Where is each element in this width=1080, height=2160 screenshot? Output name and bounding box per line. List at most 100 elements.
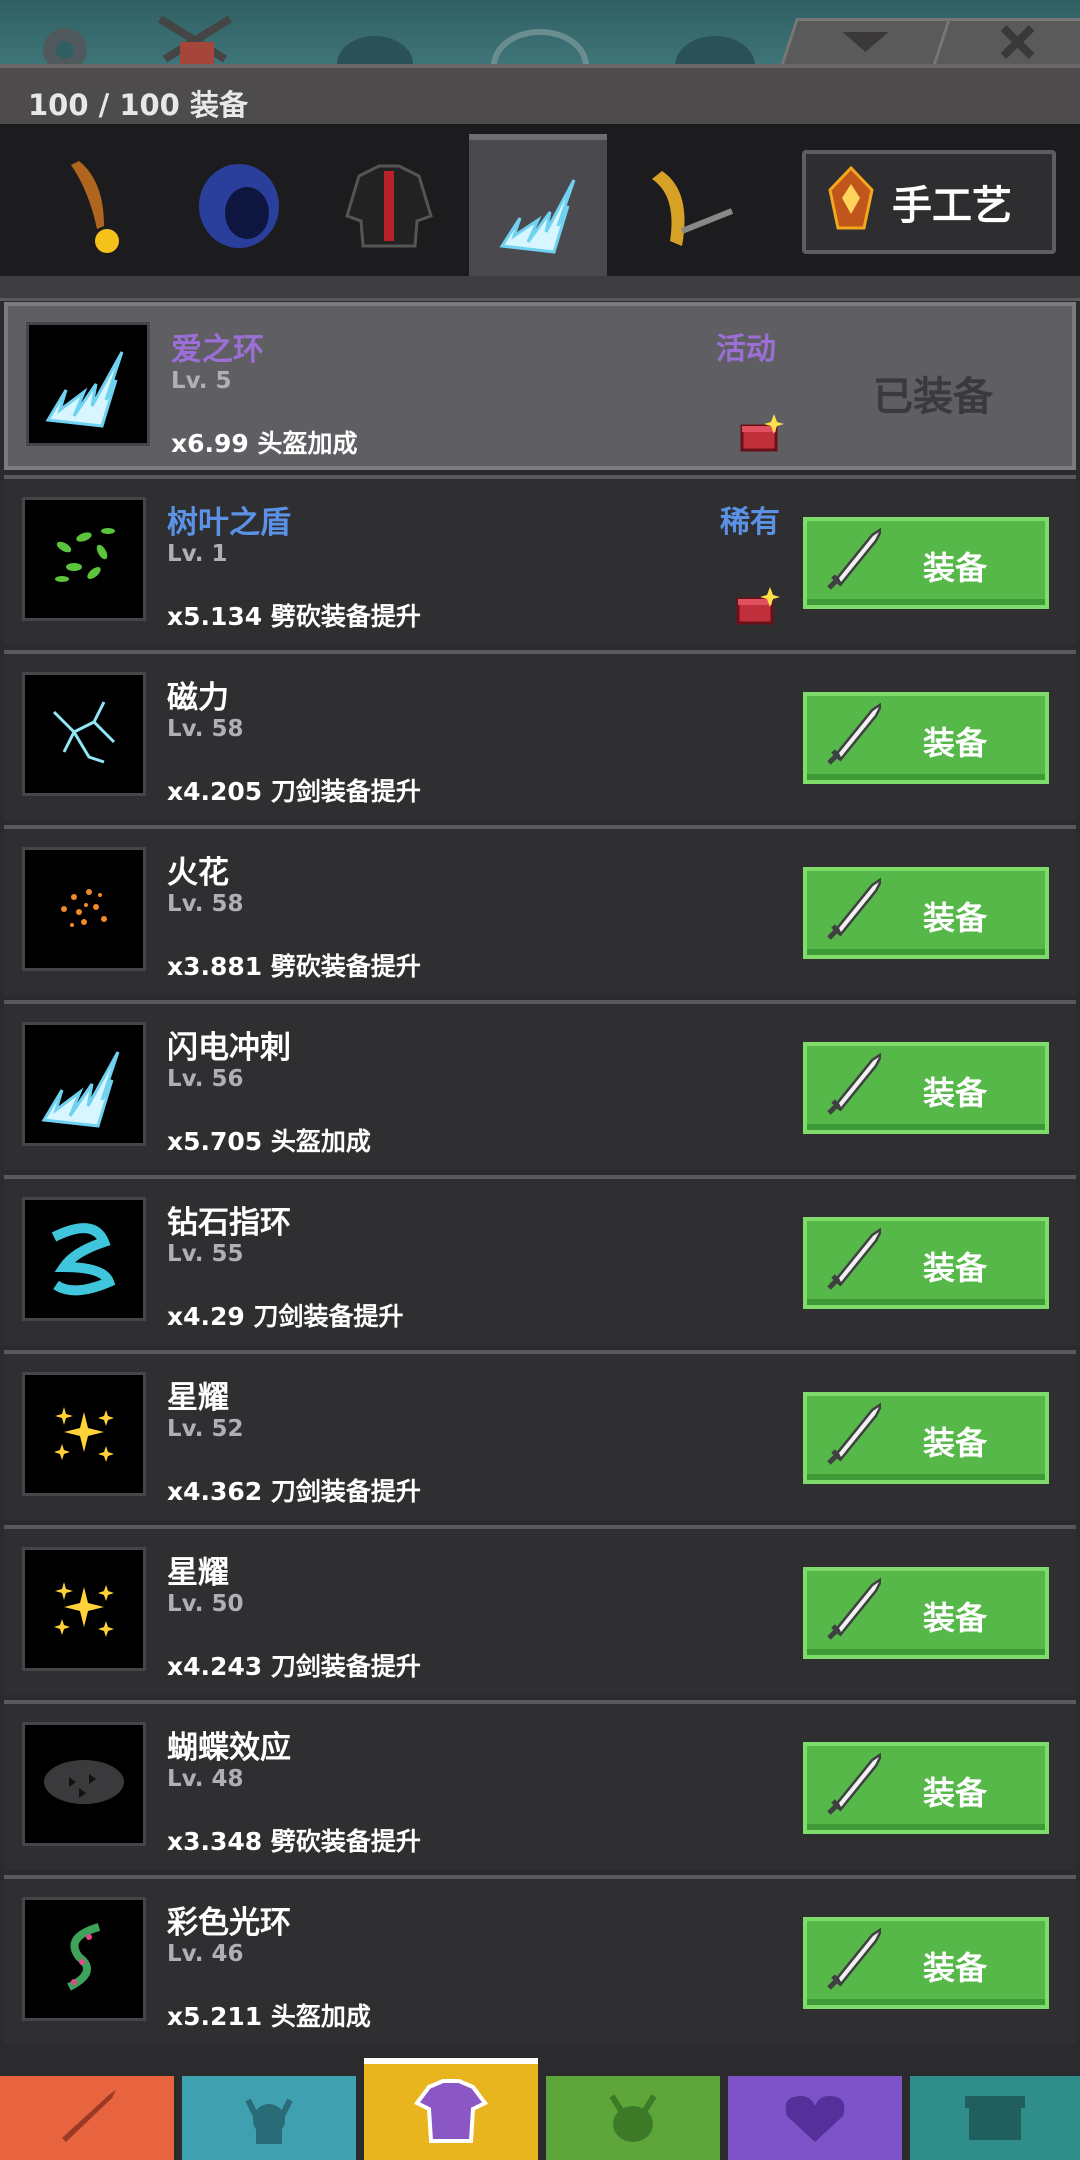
sword-icon: [827, 874, 886, 940]
item-level: Lv. 56: [167, 1066, 244, 1092]
item-bonus: x4.243 刀剑装备提升: [167, 1652, 421, 1681]
monster-icon: [598, 2086, 668, 2150]
collapse-button[interactable]: [780, 18, 952, 64]
item-level: Lv. 46: [167, 1941, 244, 1967]
bottom-navigation: [0, 2058, 1080, 2160]
lightning-icon: [38, 332, 138, 436]
chest-badge-icon: [736, 587, 780, 625]
equip-button[interactable]: 装备: [803, 1742, 1049, 1834]
item-bonus: x4.362 刀剑装备提升: [167, 1477, 421, 1506]
item-level: Lv. 58: [167, 891, 244, 917]
equip-button-label: 装备: [923, 549, 988, 587]
equip-button-label: 装备: [923, 1599, 988, 1637]
rarity-label: 稀有: [720, 505, 780, 540]
item-level: Lv. 55: [167, 1241, 244, 1267]
equip-button-label: 装备: [923, 1774, 988, 1812]
nav-pets[interactable]: [546, 2076, 720, 2160]
blue-hood-icon: [199, 164, 279, 248]
item-row[interactable]: 钻石指环 Lv. 55 x4.29 刀剑装备提升 装备: [4, 1175, 1076, 1345]
source-chest: [740, 412, 784, 456]
equipped-status: 已装备: [873, 374, 993, 420]
item-name: 火花: [167, 855, 229, 891]
equip-button-label: 装备: [923, 724, 988, 762]
sword-icon: [821, 874, 886, 950]
equip-button-label: 装备: [923, 899, 988, 937]
sword-icon: [821, 1399, 886, 1475]
item-thumbnail: [22, 672, 146, 796]
item-thumbnail: [22, 1197, 146, 1321]
item-row[interactable]: 星耀 Lv. 50 x4.243 刀剑装备提升 装备: [4, 1525, 1076, 1695]
chest-badge-icon: [740, 414, 784, 452]
fire-gem-icon: [828, 165, 874, 238]
item-thumbnail: [22, 1897, 146, 2021]
equip-button[interactable]: 装备: [803, 1567, 1049, 1659]
gold-slash-icon: [652, 171, 734, 246]
magnet-lightning-icon: [34, 682, 134, 786]
equip-button[interactable]: 装备: [803, 1392, 1049, 1484]
item-name: 钻石指环: [167, 1205, 291, 1241]
close-button[interactable]: [932, 18, 1080, 64]
lightning-icon: [499, 179, 576, 254]
equipment-count: 100 / 100 装备: [28, 88, 248, 122]
equip-button[interactable]: 装备: [803, 1917, 1049, 2009]
sword-icon: [821, 699, 886, 775]
crossed-swords-icon: [157, 15, 233, 64]
item-bonus: x3.348 劈砍装备提升: [167, 1827, 421, 1856]
equip-button-label: 装备: [923, 1074, 988, 1112]
item-level: Lv. 52: [167, 1416, 244, 1442]
item-thumbnail: [22, 497, 146, 621]
equip-button-label: 装备: [923, 1424, 988, 1462]
item-bonus: x5.134 劈砍装备提升: [167, 602, 421, 631]
nav-heroes[interactable]: [182, 2076, 356, 2160]
item-row[interactable]: 火花 Lv. 58 x3.881 劈砍装备提升 装备: [4, 825, 1076, 995]
sword-icon: [827, 1049, 886, 1115]
item-name: 彩色光环: [167, 1905, 291, 1941]
item-name: 星耀: [167, 1380, 229, 1416]
sword-icon: [827, 699, 886, 765]
item-row[interactable]: 蝴蝶效应 Lv. 48 x3.348 劈砍装备提升 装备: [4, 1700, 1076, 1870]
sparks-icon: [34, 857, 134, 961]
tab-helmet[interactable]: [170, 136, 308, 276]
sword-icon: [827, 1749, 886, 1815]
tab-aura[interactable]: [469, 134, 607, 282]
chest-icon: [955, 2086, 1035, 2150]
equip-button[interactable]: 装备: [803, 692, 1049, 784]
item-name: 树叶之盾: [167, 505, 291, 541]
equip-button[interactable]: 装备: [803, 517, 1049, 609]
butterflies-icon: [34, 1732, 134, 1836]
flame-dagger-icon: [71, 161, 119, 253]
item-bonus: x5.705 头盔加成: [167, 1127, 371, 1156]
nav-shop[interactable]: [910, 2076, 1080, 2160]
sword-icon: [821, 1049, 886, 1125]
tab-weapon[interactable]: [30, 136, 168, 276]
tab-armor[interactable]: [320, 136, 458, 276]
tab-trail[interactable]: [618, 136, 756, 276]
equip-button-label: 装备: [923, 1949, 988, 1987]
equip-button[interactable]: 装备: [803, 867, 1049, 959]
item-thumbnail: [22, 1372, 146, 1496]
equip-button-label: 装备: [923, 1249, 988, 1287]
item-row[interactable]: 爱之环 Lv. 5 x6.99 头盔加成 活动 已装备: [4, 302, 1076, 470]
item-row[interactable]: 彩色光环 Lv. 46 x5.211 头盔加成 装备: [4, 1875, 1076, 2045]
source-chest: [736, 585, 780, 629]
nav-equipment[interactable]: [364, 2058, 538, 2160]
nav-guild[interactable]: [728, 2076, 902, 2160]
sword-icon: [827, 1924, 886, 1990]
equip-button[interactable]: 装备: [803, 1042, 1049, 1134]
item-row[interactable]: 星耀 Lv. 52 x4.362 刀剑装备提升 装备: [4, 1350, 1076, 1520]
chevron-down-icon: [841, 30, 891, 58]
sword-icon: [821, 1224, 886, 1300]
item-name: 蝴蝶效应: [167, 1730, 291, 1766]
sword-icon: [827, 1574, 886, 1640]
gear-icon: [43, 28, 87, 64]
item-row[interactable]: 闪电冲刺 Lv. 56 x5.705 头盔加成 装备: [4, 1000, 1076, 1170]
equip-button[interactable]: 装备: [803, 1217, 1049, 1309]
item-row[interactable]: 磁力 Lv. 58 x4.205 刀剑装备提升 装备: [4, 650, 1076, 820]
rarity-label: 活动: [716, 332, 776, 367]
craft-button[interactable]: 手工艺: [802, 150, 1056, 254]
nav-weapons[interactable]: [0, 2076, 174, 2160]
black-jacket-icon: [345, 164, 433, 248]
item-row[interactable]: 树叶之盾 Lv. 1 x5.134 劈砍装备提升 稀有 装备: [4, 475, 1076, 645]
item-level: Lv. 58: [167, 716, 244, 742]
lightning-icon: [34, 1032, 134, 1136]
